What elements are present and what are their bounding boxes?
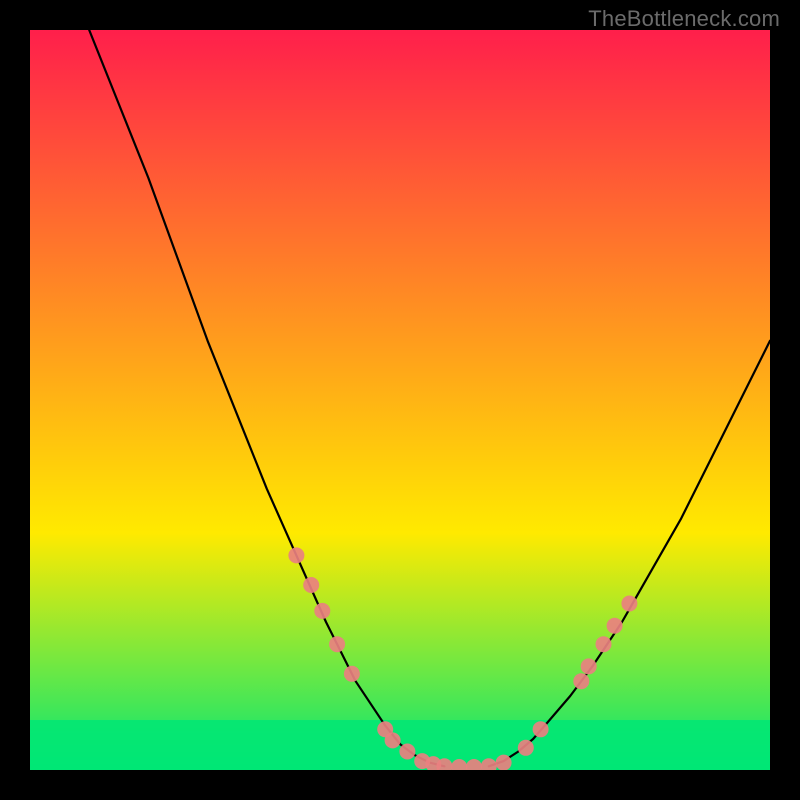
data-marker [329,636,345,652]
data-marker [496,755,512,770]
data-marker [314,603,330,619]
data-marker [573,673,589,689]
gradient-background [30,30,770,770]
data-marker [596,636,612,652]
data-marker [344,666,360,682]
data-marker [607,618,623,634]
data-marker [303,577,319,593]
data-marker [533,721,549,737]
data-marker [518,740,534,756]
data-marker [581,658,597,674]
data-marker [288,547,304,563]
data-marker [621,596,637,612]
data-marker [385,732,401,748]
chart-frame: TheBottleneck.com [0,0,800,800]
data-marker [399,744,415,760]
plot-area [30,30,770,770]
chart-svg [30,30,770,770]
watermark-text: TheBottleneck.com [588,6,780,32]
